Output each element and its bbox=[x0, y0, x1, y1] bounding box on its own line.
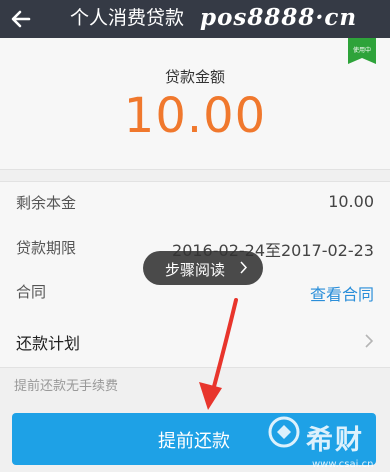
top-bar: 个人消费贷款 pos8888·cn bbox=[0, 0, 390, 38]
detail-label: 合同 bbox=[16, 283, 47, 301]
step-reading-tooltip[interactable]: 步骤阅读 bbox=[143, 251, 263, 285]
back-arrow-icon[interactable] bbox=[6, 4, 36, 34]
repayment-plan-row[interactable]: 还款计划 bbox=[0, 315, 390, 368]
detail-row-principal: 剩余本金 10.00 bbox=[0, 182, 390, 226]
detail-value: 10.00 bbox=[328, 192, 374, 211]
view-contract-link[interactable]: 查看合同 bbox=[310, 281, 374, 305]
detail-label: 剩余本金 bbox=[16, 194, 77, 212]
tooltip-label: 步骤阅读 bbox=[165, 261, 226, 279]
watermark-text: pos8888·cn bbox=[200, 4, 358, 31]
status-badge: 使用中 bbox=[352, 47, 371, 54]
page-title: 个人消费贷款 bbox=[70, 7, 185, 29]
loan-amount-card: 使用中 贷款金额 10.00 bbox=[0, 38, 390, 170]
amount-value: 10.00 bbox=[123, 88, 267, 144]
watermark-site: www.csai.cn bbox=[312, 459, 374, 470]
loan-details-list: 剩余本金 10.00 贷款期限 2016-02-24至2017-02-23 合同… bbox=[0, 181, 390, 317]
no-fee-note: 提前还款无手续费 bbox=[14, 379, 119, 394]
repayment-plan-label: 还款计划 bbox=[16, 334, 81, 353]
amount-label: 贷款金额 bbox=[164, 68, 225, 86]
chevron-right-icon bbox=[240, 261, 248, 274]
detail-label: 贷款期限 bbox=[16, 239, 77, 257]
watermark-brand: 希财 bbox=[306, 425, 364, 456]
chevron-right-icon bbox=[365, 334, 374, 348]
